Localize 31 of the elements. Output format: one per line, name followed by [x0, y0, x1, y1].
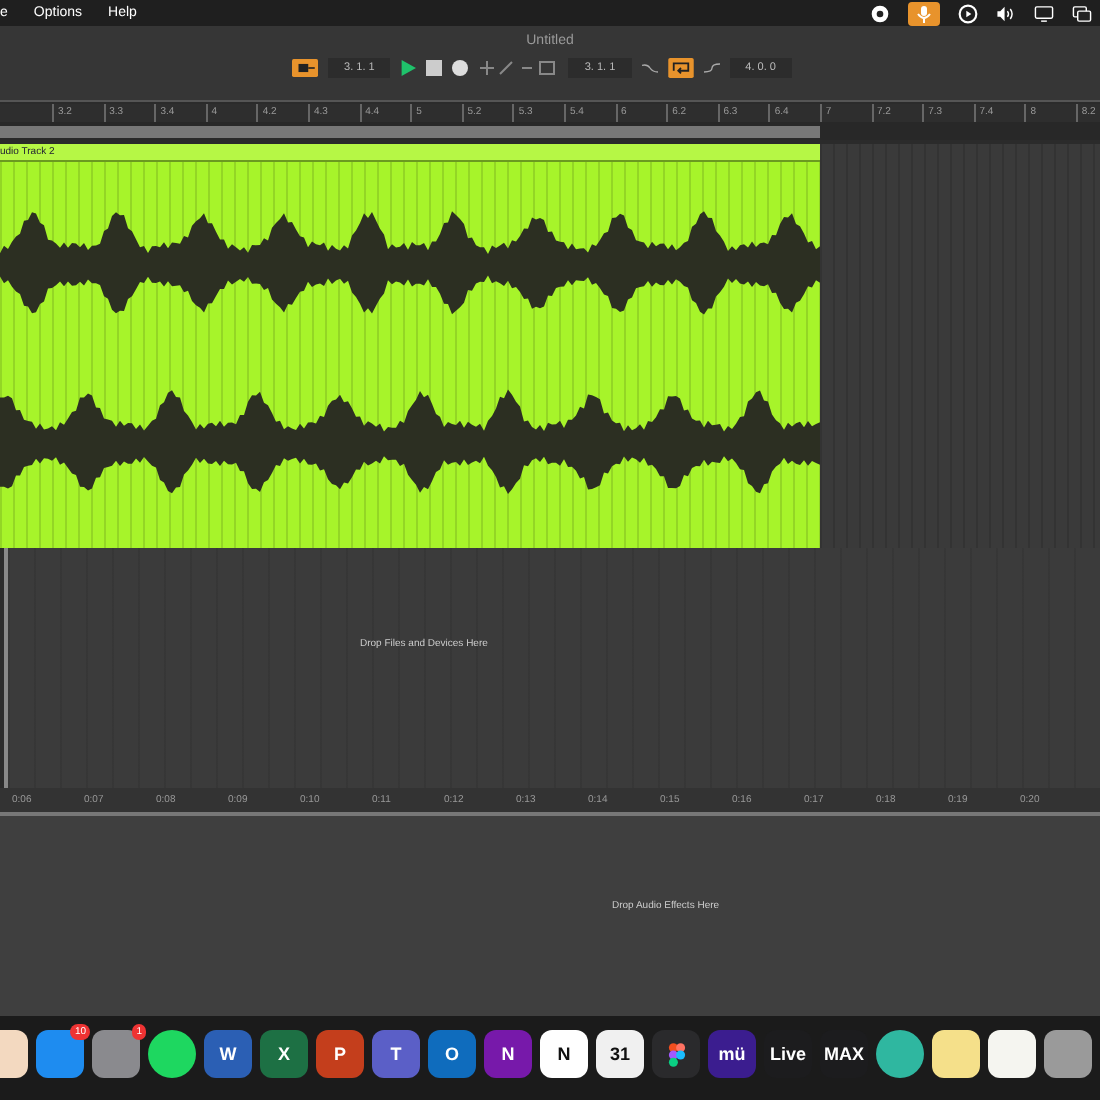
app-icon[interactable] [148, 1030, 196, 1078]
stop-icon[interactable] [426, 60, 443, 76]
loop-icon[interactable] [667, 58, 694, 78]
app-icon[interactable]: N [540, 1030, 588, 1078]
app-icon[interactable]: P [316, 1030, 364, 1078]
dots-logo-icon [667, 1041, 685, 1067]
record-icon[interactable] [870, 3, 890, 23]
app-icon[interactable]: N [484, 1030, 532, 1078]
app-icon[interactable]: mü [708, 1030, 756, 1078]
record-button-icon[interactable] [452, 60, 469, 76]
app-icon[interactable]: T [372, 1030, 420, 1078]
curve-icon[interactable] [641, 60, 658, 76]
app-icon[interactable] [932, 1030, 980, 1078]
edit-tools-icon[interactable] [478, 58, 559, 78]
microphone-icon[interactable] [908, 1, 940, 25]
tap-icon[interactable] [292, 58, 319, 78]
app-icon[interactable] [988, 1030, 1036, 1078]
play-icon[interactable] [400, 60, 417, 76]
curve-icon[interactable] [703, 60, 720, 76]
windows-icon[interactable] [1072, 3, 1092, 23]
app-icon[interactable]: X [260, 1030, 308, 1078]
app-icon[interactable]: 31 [596, 1030, 644, 1078]
app-icon[interactable] [652, 1030, 700, 1078]
display-icon[interactable] [1034, 3, 1054, 23]
app-icon[interactable] [1044, 1030, 1092, 1078]
loop-bar[interactable] [0, 125, 820, 137]
app-icon[interactable] [876, 1030, 924, 1078]
speaker-icon[interactable] [996, 3, 1016, 23]
app-icon[interactable]: O [428, 1030, 476, 1078]
play-circle-icon[interactable] [958, 3, 978, 23]
app-icon[interactable]: W [204, 1030, 252, 1078]
